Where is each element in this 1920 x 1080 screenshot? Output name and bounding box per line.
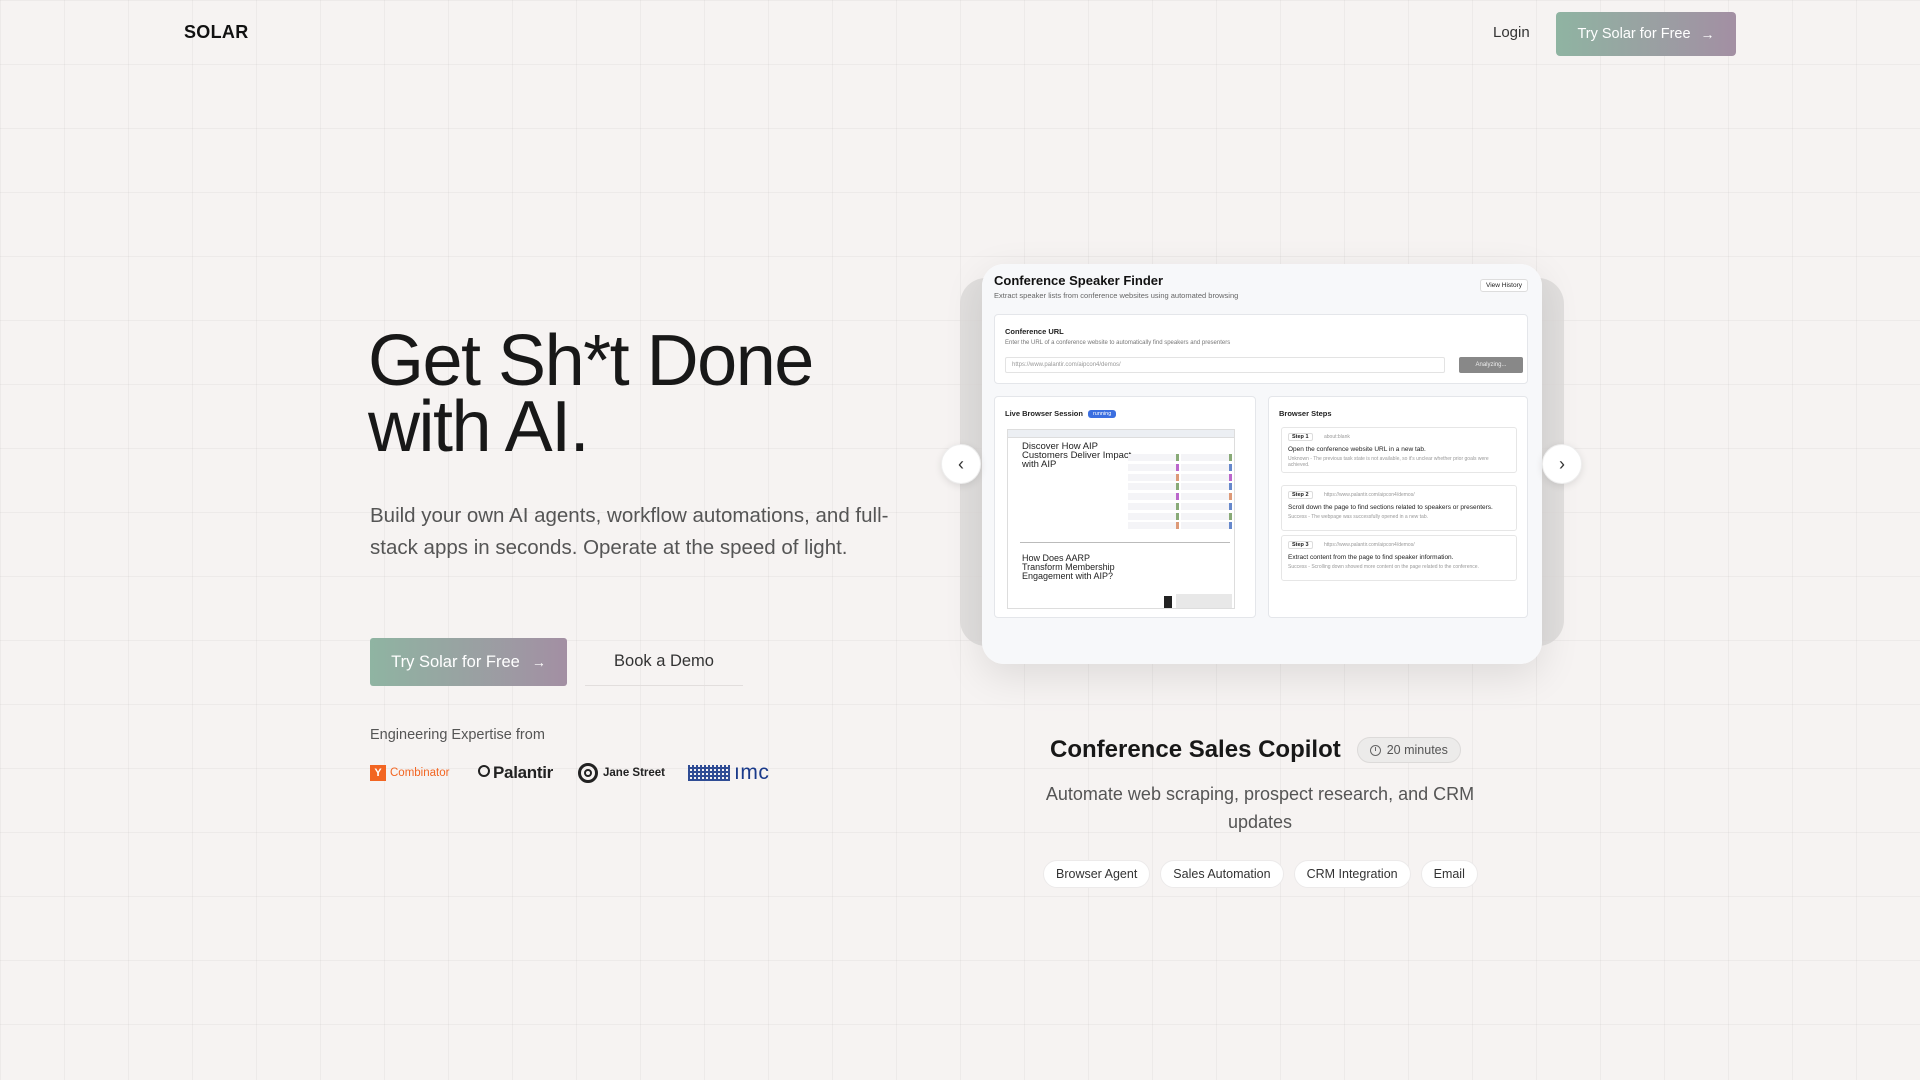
imc-text: ımc [734,761,770,784]
palantir-text: Palantir [493,763,553,782]
step-task: Extract content from the page to find sp… [1288,554,1454,561]
logo[interactable]: SOLAR [184,22,249,43]
arrow-right-icon: → [1700,26,1715,42]
status-badge: running [1087,409,1117,418]
imc-mark-icon [688,765,730,781]
step-task: Scroll down the page to find sections re… [1288,504,1493,511]
carousel-prev-button[interactable]: ‹ [941,444,981,484]
step-tag: Step 3 [1288,541,1313,549]
app-screenshot: Conference Speaker Finder Extract speake… [982,264,1542,664]
tag-chip: Sales Automation [1160,860,1284,888]
palantir-mark-icon [478,765,490,777]
slide-header: Conference Sales Copilot 20 minutes [1050,736,1461,764]
step-tag: Step 2 [1288,491,1313,499]
browser-preview: Discover How AIP Customers Deliver Impac… [1007,429,1235,609]
page-heading-2: How Does AARP Transform Membership Engag… [1022,553,1115,581]
step-url: https://www.palantir.com/aipcon4/demos/ [1324,492,1415,498]
step-url: https://www.palantir.com/aipcon4/demos/ [1324,542,1415,548]
login-link[interactable]: Login [1493,24,1530,41]
step-card: Step 2 https://www.palantir.com/aipcon4/… [1281,485,1517,531]
browser-tab-bar [1008,430,1234,438]
palantir-logo: Palantir [478,760,578,786]
top-nav: SOLAR Login Try Solar for Free → [0,0,1920,68]
browser-steps-panel: Browser Steps Step 1 about:blank Open th… [1268,396,1528,618]
view-history-button: View History [1479,279,1528,292]
url-panel-desc: Enter the URL of a conference website to… [1005,340,1231,346]
book-demo-button[interactable]: Book a Demo [585,638,743,686]
arrow-right-icon: → [531,654,546,670]
duration-badge: 20 minutes [1356,737,1461,763]
video-thumb [1164,596,1172,608]
chevron-left-icon: ‹ [958,453,964,474]
slide-title: Conference Sales Copilot [1050,736,1341,763]
live-session-label: Live Browser Session [1005,409,1083,418]
divider [1020,542,1230,543]
try-solar-hero-button[interactable]: Try Solar for Free → [370,638,567,686]
analyze-button: Analyzing... [1459,357,1523,373]
chevron-right-icon: › [1559,453,1565,474]
page-heading: Discover How AIP Customers Deliver Impac… [1022,441,1132,470]
try-solar-nav-button[interactable]: Try Solar for Free → [1556,12,1736,56]
tag-chip: Email [1420,860,1478,888]
imc-logo: ımc [688,760,769,786]
janestreet-logo: Jane Street [578,760,688,786]
screenshot-title: Conference Speaker Finder [994,273,1164,288]
tag-chip: Browser Agent [1043,860,1151,888]
ycombinator-logo: Y Combinator [370,760,478,786]
video-bar [1176,594,1232,608]
step-task: Open the conference website URL in a new… [1288,446,1426,453]
cta-label: Try Solar for Free [391,652,520,671]
url-panel: Conference URL Enter the URL of a confer… [994,314,1528,384]
janestreet-text: Jane Street [603,767,666,779]
yc-text: Combinator [390,767,450,779]
demo-grid [1128,454,1232,530]
step-status: Success - Scrolling down showed more con… [1288,564,1479,570]
live-session-panel: Live Browser Session running Discover Ho… [994,396,1256,618]
step-status: Unknown - The previous task state is not… [1288,456,1489,468]
hero-subtitle: Build your own AI agents, workflow autom… [370,504,889,559]
slide-description: Automate web scraping, prospect research… [1045,784,1475,832]
hero-title-line2: with AI. [368,387,590,467]
live-session-title: Live Browser Session running [1005,409,1117,418]
partner-logos: Y Combinator Palantir Jane Street ımc [370,760,769,786]
screenshot-subtitle: Extract speaker lists from conference we… [994,291,1239,300]
browser-steps-title: Browser Steps [1279,409,1332,418]
url-panel-title: Conference URL [1005,327,1064,336]
hero-title: Get Sh*t Done with AI. [368,325,928,463]
step-card: Step 1 about:blank Open the conference w… [1281,427,1517,473]
carousel-next-button[interactable]: › [1542,444,1582,484]
step-url: about:blank [1324,434,1350,440]
cta-label: Try Solar for Free [1577,26,1691,42]
tag-chip: CRM Integration [1293,860,1411,888]
url-input: https://www.palantir.com/aipcon4/demos/ [1005,357,1445,373]
clock-icon [1369,744,1381,756]
step-status: Success - The webpage was successfully o… [1288,514,1428,520]
step-tag: Step 1 [1288,433,1313,441]
duration-text: 20 minutes [1386,743,1448,757]
expertise-label: Engineering Expertise from [370,727,545,743]
slide-tags: Browser Agent Sales Automation CRM Integ… [1043,860,1478,888]
yc-mark: Y [370,765,386,781]
carousel-card: Conference Speaker Finder Extract speake… [982,264,1542,664]
janestreet-mark-icon [578,763,598,783]
step-card: Step 3 https://www.palantir.com/aipcon4/… [1281,535,1517,581]
